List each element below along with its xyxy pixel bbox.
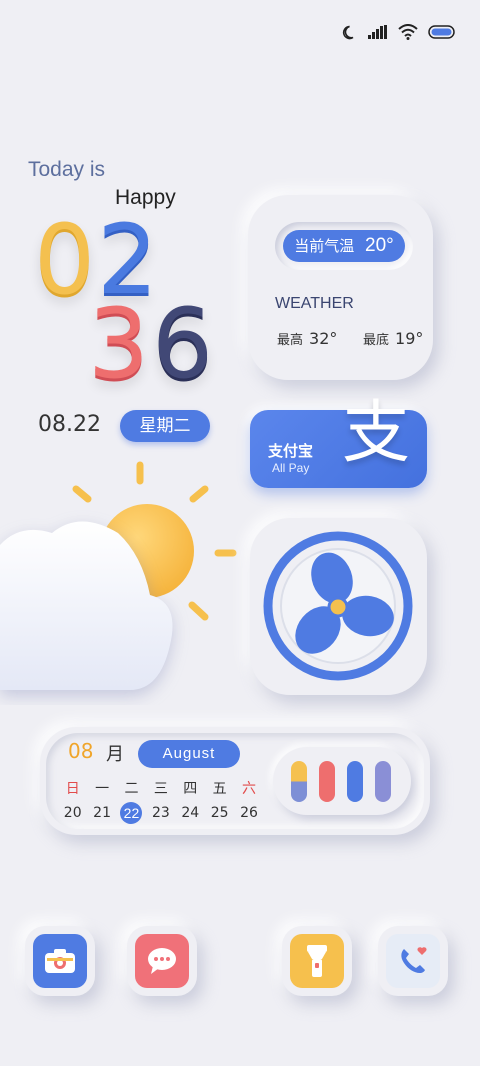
low-temp: 最底 19° — [363, 329, 423, 348]
alipay-subtitle: All Pay — [272, 461, 310, 475]
message-icon — [135, 934, 189, 988]
clock-minute-digit-1: 3 — [88, 288, 150, 400]
sun-cloud-illustration — [0, 461, 237, 690]
weekday-tue: 二 — [124, 781, 139, 797]
fan-icon — [263, 531, 413, 681]
weekday-thu: 四 — [183, 781, 198, 797]
clock-hour-digit-1: 0 — [34, 204, 96, 316]
calendar-day: 23 — [151, 805, 170, 821]
calendar-week-grid: 日 一 二 三 四 五 六 20 21 22 23 24 25 26 — [58, 779, 264, 824]
high-temp-label: 最高 — [277, 333, 304, 348]
signal-icon — [368, 25, 387, 39]
calendar-day: 24 — [181, 805, 200, 821]
messages-app-button[interactable] — [127, 926, 197, 996]
color-bar-purple — [375, 761, 391, 802]
low-temp-value: 19° — [395, 329, 424, 348]
calendar-month-number: 08 — [68, 739, 94, 763]
low-temp-label: 最底 — [363, 333, 390, 348]
alipay-logo-icon: 支 — [342, 394, 411, 473]
date-text: 08.22 — [38, 412, 101, 437]
wifi-icon — [398, 24, 418, 40]
calendar-month-name: August — [138, 740, 240, 768]
calendar-widget[interactable]: 08 月 August 日 一 二 三 四 五 六 20 21 22 23 24… — [40, 727, 430, 835]
high-temp: 最高 32° — [277, 329, 337, 348]
weekday-badge: 星期二 — [120, 410, 210, 442]
color-bars-widget — [273, 747, 411, 815]
color-bar-yellow — [291, 761, 307, 802]
moon-icon — [342, 25, 354, 40]
current-temp-pill: 当前气温 20° — [283, 230, 405, 262]
clock-minute-digit-2: 6 — [152, 288, 214, 400]
calendar-month-char: 月 — [106, 744, 124, 765]
weekday-fri: 五 — [212, 781, 227, 797]
current-temp-value: 20° — [365, 235, 394, 256]
current-temp-pill-frame: 当前气温 20° — [275, 222, 413, 270]
weekday-mon: 一 — [95, 781, 110, 797]
phone-app-button[interactable] — [378, 926, 448, 996]
high-temp-value: 32° — [309, 329, 338, 348]
calendar-day-today: 22 — [120, 802, 143, 824]
camera-app-button[interactable] — [25, 926, 95, 996]
alipay-widget[interactable]: 支 支付宝 All Pay — [250, 400, 427, 488]
greeting-line-1: Today is — [28, 158, 106, 181]
color-bar-red — [319, 761, 335, 802]
calendar-day: 20 — [63, 805, 82, 821]
calendar-day: 25 — [210, 805, 229, 821]
weekday-sat: 六 — [242, 781, 257, 797]
status-bar — [342, 20, 456, 44]
color-bar-blue — [347, 761, 363, 802]
current-temp-label: 当前气温 — [294, 237, 355, 255]
phone-icon — [386, 934, 440, 988]
weekday-sun: 日 — [65, 781, 80, 797]
camera-icon — [33, 934, 87, 988]
battery-icon — [428, 25, 455, 39]
alipay-title: 支付宝 — [268, 442, 314, 460]
weather-widget[interactable]: 当前气温 20° WEATHER 最高 32° 最底 19° — [248, 195, 433, 380]
weekday-wed: 三 — [153, 781, 168, 797]
weather-title: WEATHER — [275, 295, 354, 312]
fan-widget[interactable] — [250, 518, 427, 695]
flashlight-icon — [290, 934, 344, 988]
flashlight-app-button[interactable] — [282, 926, 352, 996]
calendar-day: 21 — [93, 805, 111, 821]
calendar-day: 26 — [240, 805, 258, 821]
